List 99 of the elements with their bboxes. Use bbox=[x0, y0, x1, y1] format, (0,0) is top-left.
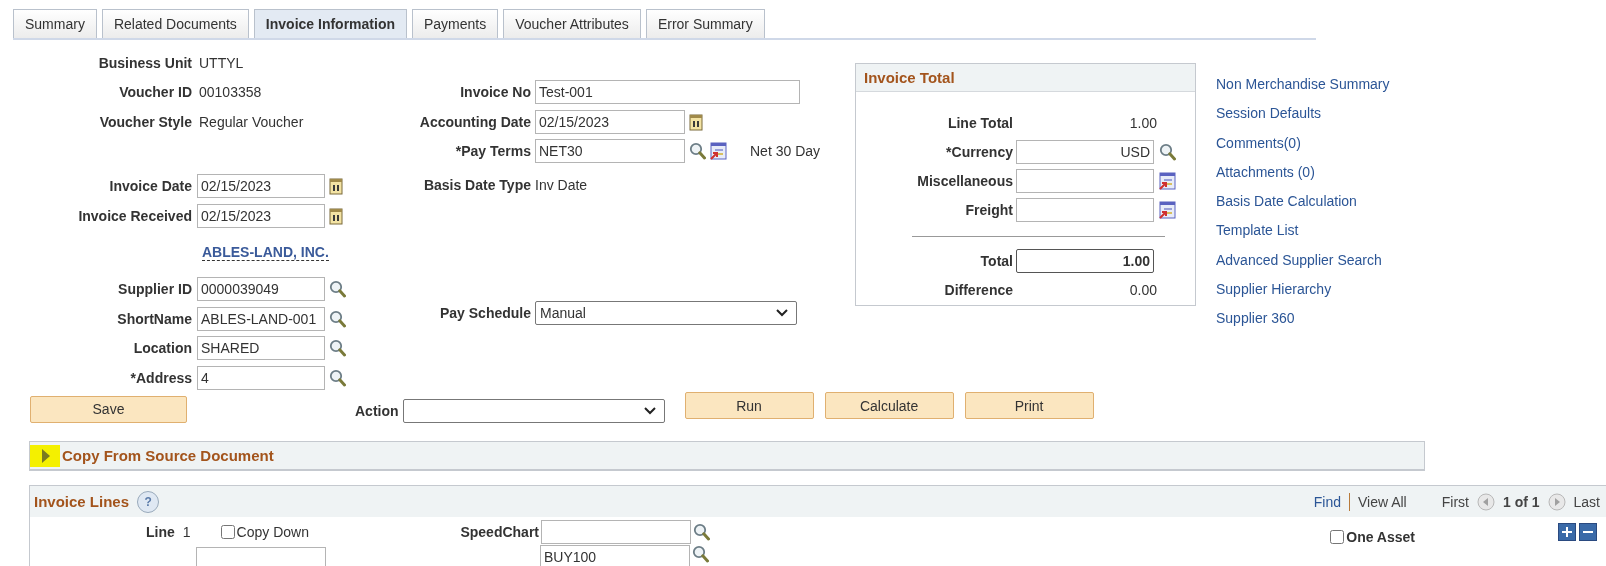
dropdown[interactable] bbox=[402, 398, 665, 423]
line-number: 1 bbox=[182, 523, 191, 540]
field-label: Invoice Received bbox=[77, 207, 192, 224]
field-label: Miscellaneous bbox=[916, 172, 1013, 189]
save-button[interactable]: Save bbox=[30, 395, 187, 423]
tab[interactable]: Payments bbox=[412, 9, 499, 38]
action-button[interactable]: Print bbox=[964, 392, 1094, 420]
field-label: Invoice No bbox=[459, 84, 531, 101]
field-value: Regular Voucher bbox=[199, 113, 304, 130]
field-label: *Address bbox=[129, 369, 192, 386]
input-field[interactable] bbox=[196, 547, 326, 566]
field-label: Action bbox=[355, 402, 399, 419]
field-label: Invoice Date bbox=[108, 178, 192, 195]
input-field[interactable]: BUY100 bbox=[540, 545, 690, 566]
input-field[interactable]: Test-001 bbox=[535, 80, 800, 105]
field-label: Accounting Date bbox=[418, 113, 531, 130]
search-icon[interactable] bbox=[689, 142, 706, 161]
section-title[interactable]: Copy From Source Document bbox=[62, 447, 274, 464]
dropdown[interactable]: Manual bbox=[535, 301, 797, 326]
field-label: Voucher ID bbox=[118, 84, 192, 101]
panel-title: Invoice Total bbox=[864, 69, 955, 86]
search-icon[interactable] bbox=[329, 368, 346, 387]
field-label: Total bbox=[979, 252, 1013, 269]
previous-icon[interactable] bbox=[1476, 492, 1495, 511]
calendar-icon[interactable] bbox=[689, 112, 703, 131]
field-label: Voucher Style bbox=[98, 113, 192, 130]
link[interactable]: Template List bbox=[1216, 216, 1299, 246]
link[interactable]: Advanced Supplier Search bbox=[1216, 245, 1382, 276]
tab[interactable]: Related Documents bbox=[101, 9, 249, 38]
field-label: Basis Date Type bbox=[422, 176, 531, 193]
field-label: SpeedChart bbox=[459, 523, 539, 540]
find-link[interactable]: Find bbox=[1313, 493, 1341, 510]
chevron-down-icon bbox=[643, 406, 656, 415]
input-field[interactable] bbox=[1016, 197, 1154, 222]
nav-label: Last bbox=[1573, 493, 1600, 510]
link[interactable]: Attachments (0) bbox=[1216, 157, 1315, 188]
help-button[interactable]: ? bbox=[137, 490, 160, 513]
input-field[interactable]: USD bbox=[1016, 139, 1154, 164]
link[interactable]: Supplier 360 bbox=[1216, 304, 1295, 334]
field-label: Freight bbox=[964, 201, 1013, 218]
checkbox[interactable] bbox=[1330, 529, 1345, 544]
checkbox-label: Copy Down bbox=[236, 523, 309, 540]
total-field[interactable]: 1.00 bbox=[1016, 248, 1154, 273]
action-button[interactable]: Run bbox=[684, 392, 814, 420]
field-label: *Currency bbox=[945, 143, 1013, 160]
input-field[interactable]: SHARED bbox=[197, 336, 325, 361]
calendar-icon[interactable] bbox=[329, 206, 343, 225]
field-label: Line bbox=[146, 523, 175, 540]
input-field[interactable] bbox=[541, 519, 691, 544]
link[interactable]: Comments(0) bbox=[1216, 128, 1301, 158]
page-count: 1 of 1 bbox=[1502, 493, 1540, 510]
view-all-link[interactable]: View All bbox=[1357, 493, 1407, 510]
checkbox-label: One Asset bbox=[1346, 528, 1415, 545]
input-field[interactable]: NET30 bbox=[535, 139, 685, 164]
input-field[interactable] bbox=[1016, 168, 1154, 193]
field-label: Location bbox=[132, 340, 192, 357]
field-label: Difference bbox=[943, 281, 1013, 298]
action-button[interactable]: Calculate bbox=[824, 392, 954, 420]
search-icon[interactable] bbox=[329, 280, 346, 299]
amount-value: 0.00 bbox=[1128, 281, 1157, 298]
field-value: Inv Date bbox=[535, 176, 588, 193]
input-field[interactable]: ABLES-LAND-001 bbox=[197, 306, 325, 331]
field-value: 00103358 bbox=[199, 84, 262, 101]
field-label: *Pay Terms bbox=[454, 143, 531, 160]
nav-label: First bbox=[1441, 493, 1469, 510]
tab[interactable]: Voucher Attributes bbox=[503, 9, 641, 38]
link[interactable]: Session Defaults bbox=[1216, 99, 1322, 129]
search-icon[interactable] bbox=[329, 339, 346, 358]
link[interactable]: Non Merchandise Summary bbox=[1216, 70, 1390, 100]
checkbox[interactable] bbox=[220, 524, 235, 539]
supplier-name-link[interactable]: ABLES-LAND, INC. bbox=[202, 244, 329, 261]
field-label: Supplier ID bbox=[117, 281, 192, 298]
tab[interactable]: Error Summary bbox=[645, 9, 765, 38]
date-field[interactable]: 02/15/2023 bbox=[197, 203, 325, 228]
amount-value: 1.00 bbox=[1128, 114, 1157, 131]
field-label: Business Unit bbox=[97, 54, 192, 71]
tab[interactable]: Summary bbox=[13, 9, 97, 38]
panel-title: Invoice Lines bbox=[34, 493, 130, 510]
delete-row-icon[interactable] bbox=[1579, 522, 1597, 541]
link[interactable]: Basis Date Calculation bbox=[1216, 187, 1357, 217]
tab[interactable]: Invoice Information bbox=[253, 9, 407, 38]
calendar-icon[interactable] bbox=[329, 177, 343, 196]
search-icon[interactable] bbox=[693, 522, 710, 541]
field-label: Pay Schedule bbox=[438, 305, 531, 322]
field-label: ShortName bbox=[116, 310, 192, 327]
input-field[interactable]: 4 bbox=[197, 365, 325, 390]
field-value: Net 30 Day bbox=[750, 143, 821, 160]
search-icon[interactable] bbox=[1159, 142, 1176, 161]
add-row-icon[interactable] bbox=[1558, 522, 1576, 541]
search-icon[interactable] bbox=[329, 309, 346, 328]
date-field[interactable]: 02/15/2023 bbox=[197, 174, 325, 199]
input-field[interactable]: 0000039049 bbox=[197, 277, 325, 302]
field-label: Line Total bbox=[946, 114, 1013, 131]
field-value: UTTYL bbox=[199, 54, 244, 71]
search-icon[interactable] bbox=[692, 545, 709, 563]
next-icon[interactable] bbox=[1547, 492, 1566, 511]
date-field[interactable]: 02/15/2023 bbox=[535, 109, 685, 134]
chevron-down-icon bbox=[776, 309, 788, 318]
link[interactable]: Supplier Hierarchy bbox=[1216, 275, 1332, 305]
